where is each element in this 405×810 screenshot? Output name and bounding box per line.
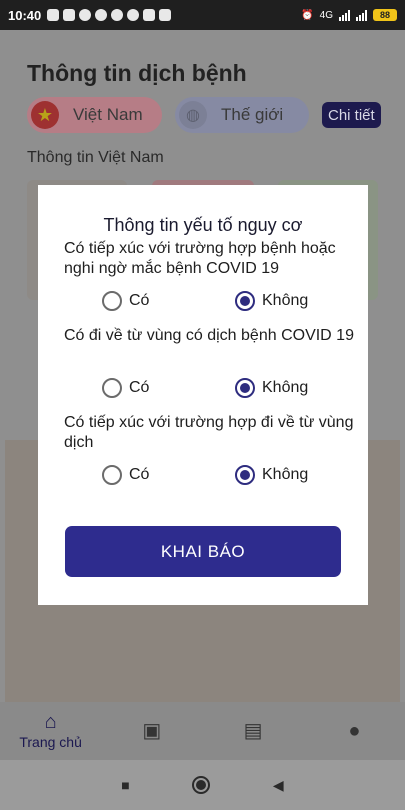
radio-checked[interactable] [235,378,255,398]
question-3-no-option[interactable]: Không [235,465,308,485]
back-button[interactable]: ◀ [273,777,284,794]
risk-factor-dialog: Thông tin yếu tố nguy cơ Có tiếp xúc với… [38,185,368,605]
option-label: Có [129,292,150,309]
app-notification-icon [159,9,172,21]
status-time: 10:40 [8,7,42,23]
question-2: Có đi về từ vùng có dịch bệnh COVID 19 [64,327,354,344]
facebook-notification-icon [111,9,124,21]
question-3: Có tiếp xúc với trường hợp đi về từ vùng… [64,414,354,451]
home-button[interactable] [192,776,211,794]
network-type: 4G [319,9,333,21]
tab-the-gioi[interactable]: ◍ Thế giới [175,97,309,133]
message-notification-icon [47,9,60,21]
tab-viet-nam[interactable]: ★ Việt Nam [27,97,162,133]
gmail-notification-icon [143,9,156,21]
alarm-icon: ⏰ [301,9,314,21]
status-right: ⏰ 4G 88 [301,9,397,21]
question-2-yes-option[interactable]: Có [102,378,149,398]
nav-gallery[interactable]: ▣ [101,702,202,760]
question-1-no-option[interactable]: Không [235,291,308,311]
question-1-yes-option[interactable]: Có [102,291,149,311]
option-label: Không [262,466,309,483]
signal-icon [339,9,350,21]
declare-button[interactable]: KHAI BÁO [65,526,341,577]
tab-label: Thế giới [221,105,284,124]
dialog-title: Thông tin yếu tố nguy cơ [103,215,303,235]
battery-icon: 88 [373,9,397,21]
system-navigation-bar: ■ ◀ [0,760,405,810]
option-label: Có [129,466,150,483]
notification-icons [47,9,172,21]
facebook-notification-icon [95,9,108,21]
home-icon: ⌂ [44,711,57,733]
radio-checked[interactable] [235,465,255,485]
radio-unchecked[interactable] [102,465,122,485]
facebook-notification-icon [79,9,92,21]
option-label: Có [129,379,150,396]
option-label: Không [262,292,309,309]
recents-button[interactable]: ■ [121,777,129,793]
nav-messages[interactable]: ▤ [203,702,304,760]
question-2-no-option[interactable]: Không [235,378,308,398]
radio-unchecked[interactable] [102,291,122,311]
nav-home[interactable]: ⌂ Trang chủ [0,702,101,760]
image-icon: ▣ [142,720,162,742]
person-icon: ● [348,720,361,742]
nav-label: Trang chủ [19,734,82,750]
globe-icon: ◍ [179,101,207,129]
detail-button[interactable]: Chi tiết [322,102,381,128]
question-3-yes-option[interactable]: Có [102,465,149,485]
question-1: Có tiếp xúc với trường hợp bệnh hoặc ngh… [64,240,336,277]
messenger-notification-icon [127,9,140,21]
page-title: Thông tin dịch bệnh [27,60,247,86]
nav-profile[interactable]: ● [304,702,405,760]
chat-icon: ▤ [243,720,263,742]
status-bar: 10:40 ⏰ 4G 88 [0,0,405,30]
vietnam-flag-icon: ★ [31,101,59,129]
option-label: Không [262,379,309,396]
signal-icon [356,9,367,21]
radio-unchecked[interactable] [102,378,122,398]
bottom-navigation: ⌂ Trang chủ ▣ ▤ ● [0,702,405,760]
section-title: Thông tin Việt Nam [27,149,164,166]
radio-checked[interactable] [235,291,255,311]
message-notification-icon [63,9,76,21]
tab-label: Việt Nam [73,105,143,124]
